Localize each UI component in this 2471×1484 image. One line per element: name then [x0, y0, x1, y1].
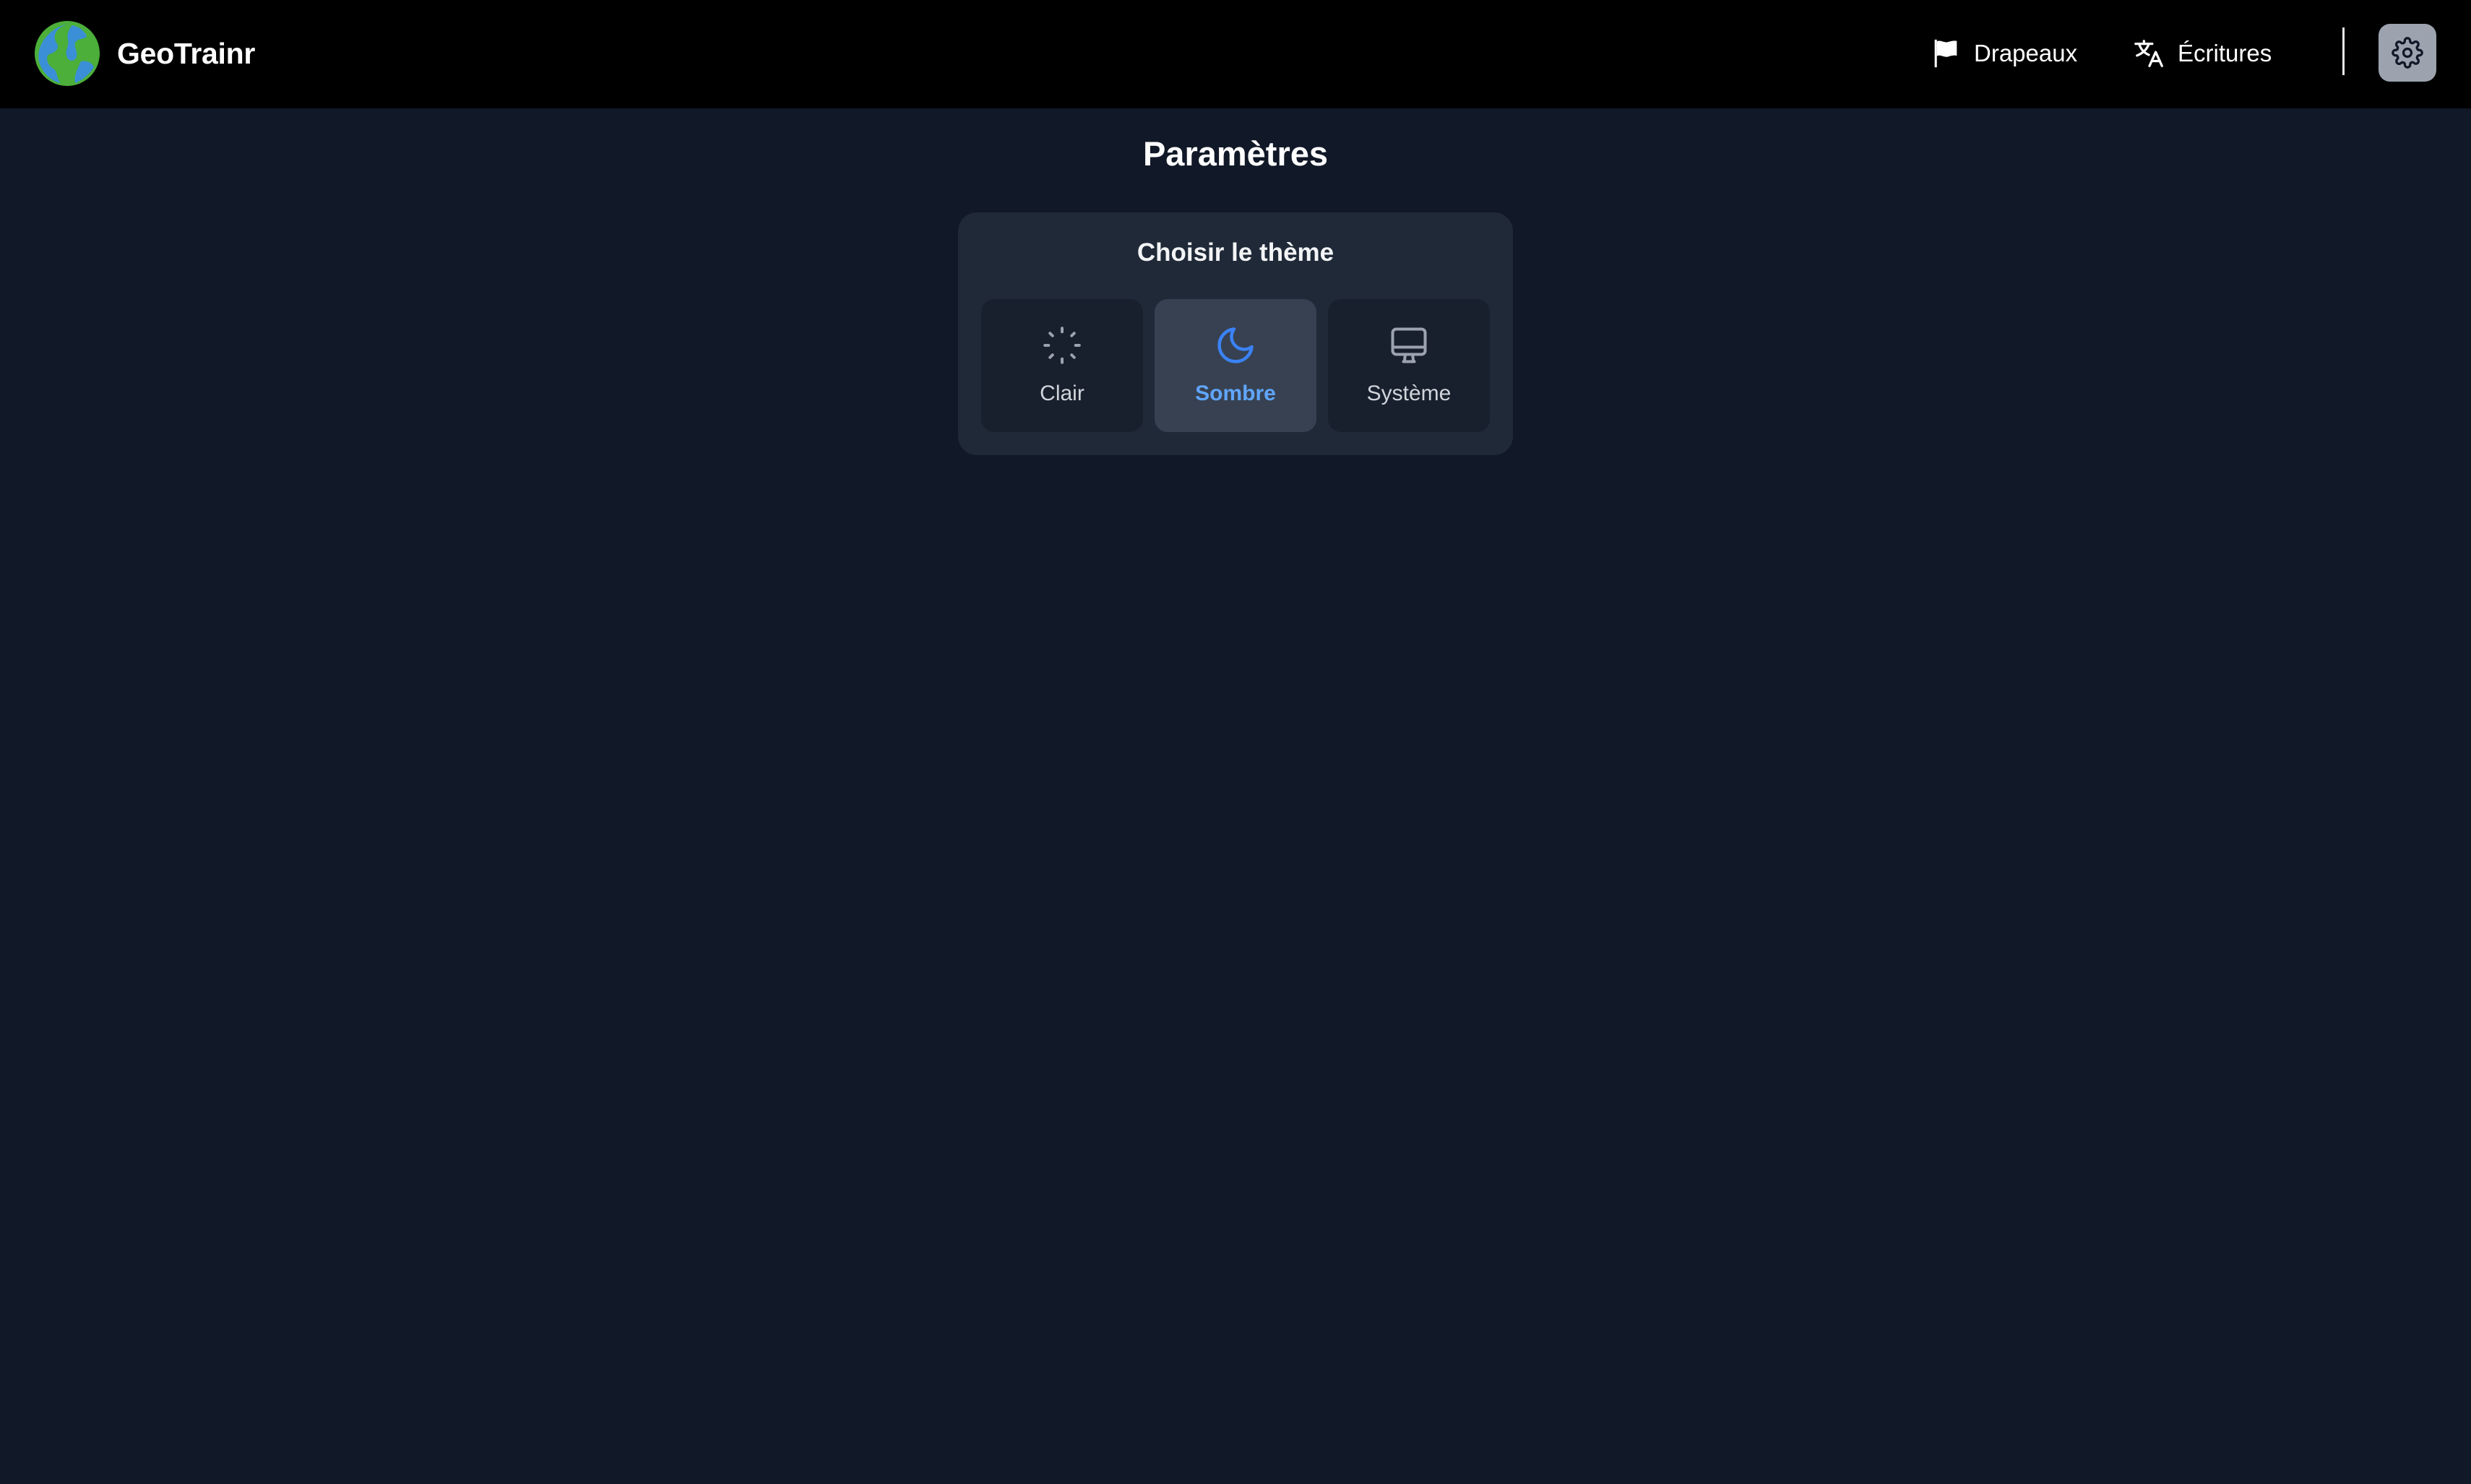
- theme-settings-card: Choisir le thème Clair Sombre Système: [958, 212, 1513, 455]
- nav-divider: [2342, 27, 2345, 75]
- monitor-icon: [1391, 327, 1427, 363]
- theme-option-system[interactable]: Système: [1328, 299, 1490, 432]
- nav-link-scripts[interactable]: Écritures: [2133, 27, 2272, 79]
- app-name: GeoTrainr: [117, 36, 255, 70]
- theme-card-title: Choisir le thème: [1137, 238, 1334, 267]
- top-navigation-bar: GeoTrainr Drapeaux Écritures: [0, 0, 2471, 108]
- globe-logo-icon: [35, 21, 100, 86]
- settings-button[interactable]: [2379, 24, 2436, 82]
- loader-sun-icon: [1043, 327, 1081, 364]
- nav-link-flags[interactable]: Drapeaux: [1929, 27, 2077, 79]
- nav-link-scripts-label: Écritures: [2178, 40, 2272, 66]
- flag-icon: [1934, 39, 1957, 68]
- theme-option-dark[interactable]: Sombre: [1155, 299, 1316, 432]
- page-title: Paramètres: [1142, 134, 1329, 173]
- moon-icon: [1217, 327, 1254, 363]
- theme-option-dark-label: Sombre: [1195, 381, 1276, 405]
- theme-option-light[interactable]: Clair: [981, 299, 1143, 432]
- nav-link-flags-label: Drapeaux: [1974, 40, 2078, 66]
- theme-option-light-label: Clair: [1040, 381, 1084, 405]
- theme-options: Clair Sombre Système: [981, 299, 1490, 432]
- gear-icon: [2392, 37, 2423, 69]
- translate-icon: [2134, 40, 2163, 67]
- theme-option-system-label: Système: [1366, 381, 1452, 405]
- home-link[interactable]: GeoTrainr: [35, 20, 255, 87]
